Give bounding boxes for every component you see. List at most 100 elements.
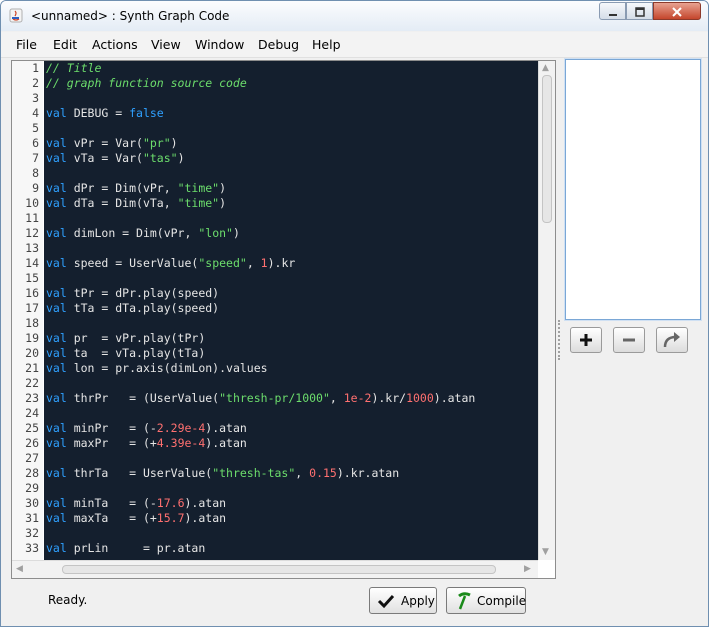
- code-line[interactable]: val speed = UserValue("speed", 1).kr: [44, 256, 538, 271]
- code-token: ).atan: [205, 421, 247, 435]
- code-token: val: [46, 286, 67, 300]
- line-number: 23: [25, 391, 39, 405]
- code-line[interactable]: [44, 271, 538, 286]
- minimize-button[interactable]: [599, 2, 626, 20]
- code-line[interactable]: val dimLon = Dim(vPr, "lon"): [44, 226, 538, 241]
- code-line[interactable]: [44, 451, 538, 466]
- scroll-left-icon[interactable]: ◀: [16, 564, 23, 574]
- code-token: ): [219, 196, 227, 210]
- code-token: minPr = (-: [66, 421, 157, 435]
- forward-button[interactable]: [656, 327, 688, 353]
- code-line[interactable]: [44, 481, 538, 496]
- add-button[interactable]: [570, 327, 602, 353]
- code-line[interactable]: val vPr = Var("pr"): [44, 136, 538, 151]
- menu-window[interactable]: Window: [195, 37, 244, 52]
- code-line[interactable]: [44, 406, 538, 421]
- line-number: 9: [32, 181, 39, 195]
- code-line[interactable]: val thrPr = (UserValue("thresh-pr/1000",…: [44, 391, 538, 406]
- code-area[interactable]: // Title// graph function source code va…: [44, 61, 538, 560]
- code-token: val: [46, 391, 67, 405]
- code-line[interactable]: val dTa = Dim(vTa, "time"): [44, 196, 538, 211]
- code-line[interactable]: // graph function source code: [44, 76, 538, 91]
- code-token: // Title: [46, 61, 102, 75]
- curved-arrow-icon: [663, 332, 680, 348]
- code-line[interactable]: val minPr = (-2.29e-4).atan: [44, 421, 538, 436]
- code-line[interactable]: val dPr = Dim(vPr, "time"): [44, 181, 538, 196]
- code-token: dimLon = Dim(vPr,: [66, 226, 199, 240]
- code-token: val: [46, 496, 67, 510]
- code-token: tTa = dTa.play(speed): [66, 301, 220, 315]
- split-pane-divider[interactable]: [558, 320, 563, 360]
- code-line[interactable]: val pr = vPr.play(tPr): [44, 331, 538, 346]
- code-line[interactable]: [44, 211, 538, 226]
- code-token: "pr": [142, 136, 171, 150]
- code-line[interactable]: [44, 241, 538, 256]
- compile-button[interactable]: Compile: [446, 587, 526, 614]
- code-token: "time": [177, 181, 220, 195]
- code-token: val: [46, 346, 67, 360]
- vertical-scrollbar[interactable]: ▲ ▼: [538, 61, 555, 560]
- code-editor[interactable]: 1 2 3 4 5 6 7 8 9 10 11 12 13 14 15 16 17 18 19 20 21 22 23 24 2…: [11, 60, 556, 579]
- code-line[interactable]: val maxPr = (+4.39e-4).atan: [44, 436, 538, 451]
- code-line[interactable]: [44, 376, 538, 391]
- line-number: 18: [25, 316, 39, 330]
- app-window: <unnamed> : Synth Graph Code File Edit A…: [0, 0, 709, 627]
- code-line[interactable]: [44, 91, 538, 106]
- code-line[interactable]: val minTa = (-17.6).atan: [44, 496, 538, 511]
- menu-edit[interactable]: Edit: [53, 37, 77, 52]
- horizontal-scrollbar[interactable]: ◀ ▶: [12, 560, 538, 578]
- line-number: 27: [25, 451, 39, 465]
- close-button[interactable]: [653, 2, 701, 20]
- menu-bar: File Edit Actions View Window Debug Help: [1, 32, 708, 58]
- code-line[interactable]: val prLin = pr.atan: [44, 541, 538, 556]
- code-token: 17.6: [156, 496, 185, 510]
- object-list-panel[interactable]: [565, 59, 701, 320]
- code-line[interactable]: val lon = pr.axis(dimLon).values: [44, 361, 538, 376]
- code-token: val: [46, 196, 67, 210]
- code-token: lon = pr.axis(dimLon).values: [66, 361, 268, 375]
- maximize-button[interactable]: [626, 2, 653, 20]
- code-token: thrPr = (UserValue(: [66, 391, 220, 405]
- code-token: DEBUG =: [66, 106, 130, 120]
- code-line[interactable]: // Title: [44, 61, 538, 76]
- menu-file[interactable]: File: [16, 37, 37, 52]
- code-line[interactable]: [44, 166, 538, 181]
- line-number: 21: [25, 361, 39, 375]
- menu-help[interactable]: Help: [312, 37, 341, 52]
- code-line[interactable]: [44, 316, 538, 331]
- line-number: 28: [25, 466, 39, 480]
- horizontal-scroll-thumb[interactable]: [62, 565, 496, 574]
- code-token: ,: [246, 256, 261, 270]
- line-number: 13: [25, 241, 39, 255]
- code-line[interactable]: [44, 121, 538, 136]
- code-token: maxPr = (+: [66, 436, 157, 450]
- code-line[interactable]: val vTa = Var("tas"): [44, 151, 538, 166]
- code-line[interactable]: val maxTa = (+15.7).atan: [44, 511, 538, 526]
- apply-button[interactable]: Apply: [369, 587, 437, 614]
- code-line[interactable]: val ta = vTa.play(tTa): [44, 346, 538, 361]
- vertical-scroll-thumb[interactable]: [542, 75, 552, 223]
- scroll-down-icon[interactable]: ▼: [542, 547, 549, 557]
- code-token: val: [46, 256, 67, 270]
- remove-button[interactable]: [613, 327, 645, 353]
- code-token: dTa = Dim(vTa,: [66, 196, 178, 210]
- code-line[interactable]: val tTa = dTa.play(speed): [44, 301, 538, 316]
- line-number: 3: [32, 91, 39, 105]
- checkmark-icon: [377, 594, 395, 609]
- code-token: val: [46, 136, 67, 150]
- code-token: val: [46, 226, 67, 240]
- code-line[interactable]: val DEBUG = false: [44, 106, 538, 121]
- menu-debug[interactable]: Debug: [258, 37, 299, 52]
- scroll-up-icon[interactable]: ▲: [542, 63, 549, 73]
- code-token: val: [46, 181, 67, 195]
- code-token: ): [219, 181, 227, 195]
- line-number: 22: [25, 376, 39, 390]
- menu-view[interactable]: View: [151, 37, 181, 52]
- code-line[interactable]: val thrTa = UserValue("thresh-tas", 0.15…: [44, 466, 538, 481]
- code-line[interactable]: [44, 526, 538, 541]
- scroll-right-icon[interactable]: ▶: [524, 564, 531, 574]
- code-line[interactable]: val tPr = dPr.play(speed): [44, 286, 538, 301]
- line-number: 12: [25, 226, 39, 240]
- menu-actions[interactable]: Actions: [92, 37, 138, 52]
- code-token: 4.39e-4: [156, 436, 206, 450]
